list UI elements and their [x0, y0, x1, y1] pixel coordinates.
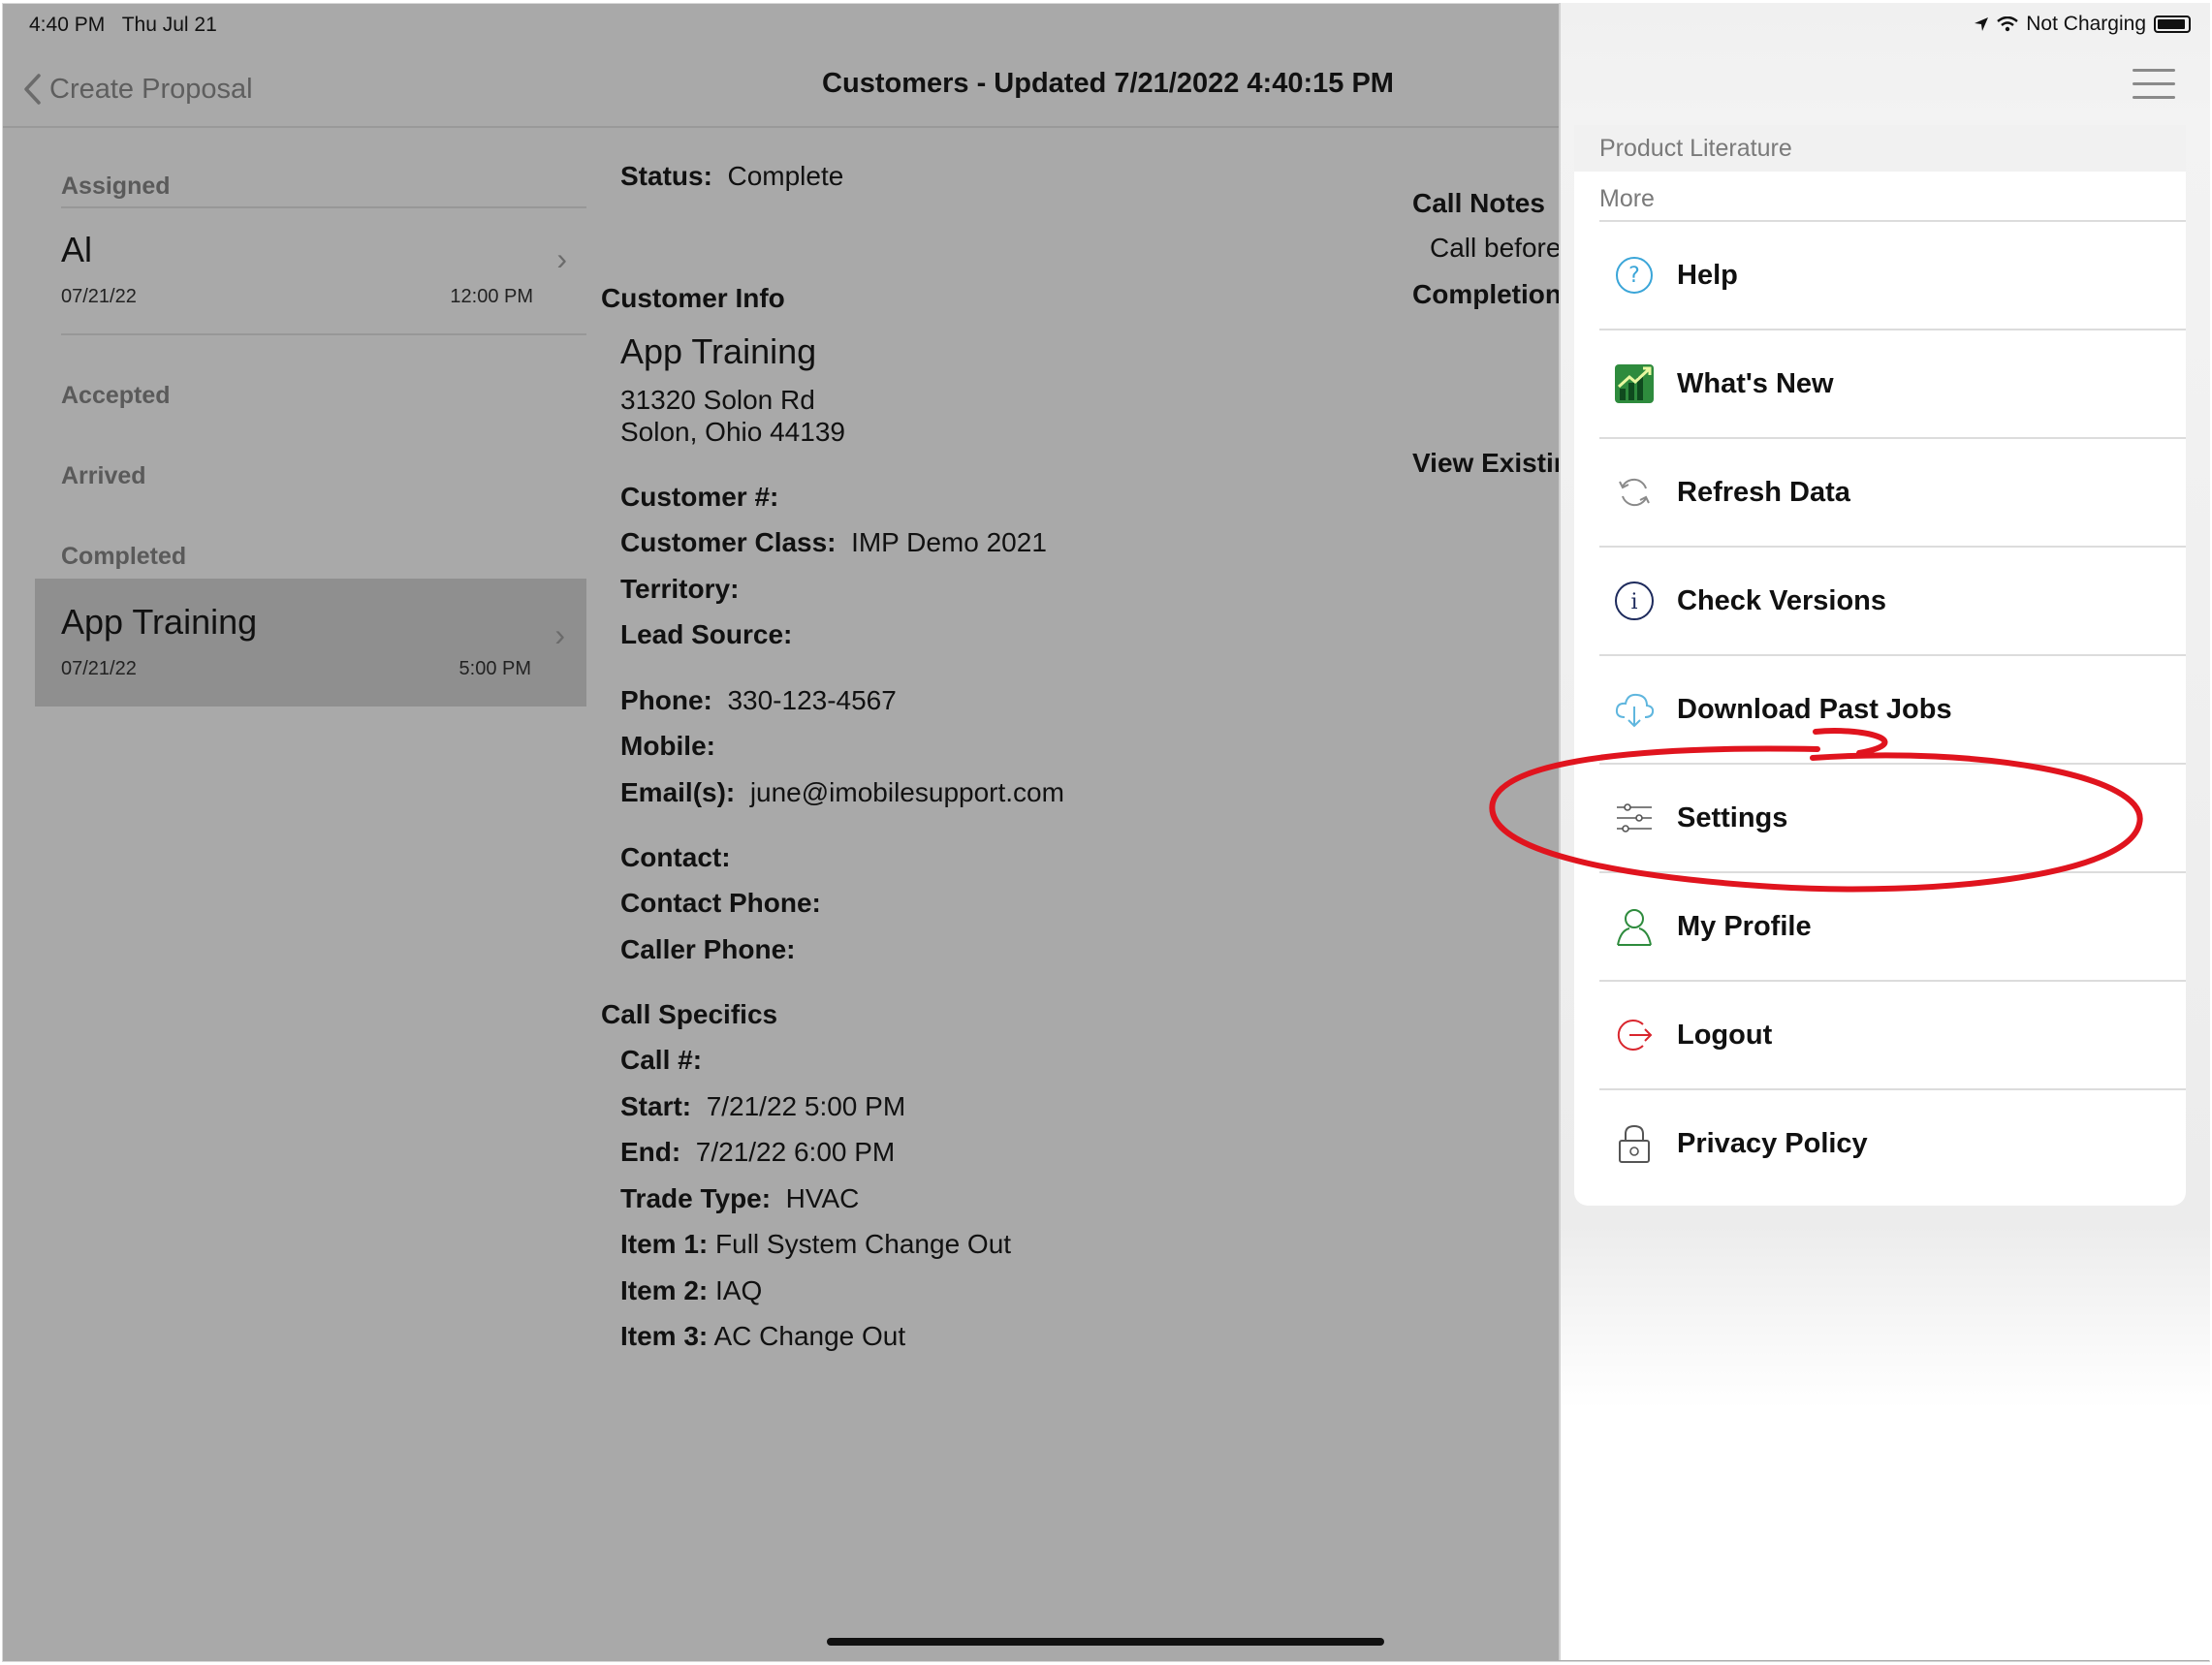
- location-icon: [1975, 17, 1989, 31]
- menu-item-refresh-data[interactable]: Refresh Data: [1599, 439, 2186, 546]
- address-line1: 31320 Solon Rd: [620, 385, 815, 415]
- start-row: Start: 7/21/22 5:00 PM: [620, 1091, 906, 1121]
- section-header-accepted: Accepted: [61, 382, 171, 409]
- menu-header-product-literature[interactable]: Product Literature: [1574, 125, 2186, 172]
- notes-pane: Call Notes Call before a Completion I Vi…: [1399, 128, 1564, 1661]
- item2-row: Item 2: IAQ: [620, 1275, 763, 1305]
- lead-source-row: Lead Source:: [620, 619, 793, 649]
- chevron-right-icon: ›: [554, 617, 565, 652]
- menu-item-check-versions[interactable]: i Check Versions: [1599, 548, 2186, 654]
- call-notes-title: Call Notes: [1412, 188, 1545, 218]
- list-item-title: App Training: [61, 602, 258, 642]
- menu-button[interactable]: [2133, 69, 2175, 102]
- job-list: Assigned Al 07/21/22 12:00 PM › Accepted…: [3, 128, 586, 1661]
- chevron-right-icon: ›: [556, 241, 567, 276]
- trade-type-row: Trade Type: HVAC: [620, 1183, 860, 1213]
- row-divider: [61, 333, 586, 335]
- back-button[interactable]: Create Proposal: [22, 70, 253, 109]
- back-label: Create Proposal: [49, 73, 253, 105]
- job-detail: Status: Complete Customer Info App Train…: [586, 128, 1399, 1628]
- view-existing-link[interactable]: View Existing: [1412, 448, 1564, 479]
- completion-label: Completion I: [1412, 279, 1564, 309]
- section-header-assigned: Assigned: [61, 173, 171, 200]
- sliders-icon: [1613, 797, 1656, 839]
- page-title: Customers - Updated 7/21/2022 4:40:15 PM: [822, 68, 1394, 99]
- mobile-row: Mobile:: [620, 731, 715, 761]
- status-row: Status: Complete: [620, 161, 844, 191]
- list-item-time: 12:00 PM: [450, 286, 533, 307]
- caller-phone-row: Caller Phone:: [620, 934, 796, 964]
- call-notes-text: Call before a: [1430, 233, 1564, 263]
- info-icon: i: [1613, 580, 1656, 622]
- list-item-title: Al: [61, 230, 93, 269]
- person-icon: [1613, 905, 1656, 948]
- call-specifics-title: Call Specifics: [601, 999, 778, 1029]
- whats-new-icon: [1613, 362, 1656, 405]
- charging-status: Not Charging: [2026, 13, 2146, 35]
- battery-icon: [2154, 16, 2191, 33]
- wifi-icon: [1997, 16, 2019, 32]
- menu-header-more: More: [1574, 172, 2186, 222]
- phone-link[interactable]: 330-123-4567: [727, 685, 896, 715]
- customer-class-row: Customer Class: IMP Demo 2021: [620, 527, 1047, 557]
- lock-icon: [1613, 1122, 1656, 1165]
- email-row: Email(s): june@imobilesupport.com: [620, 777, 1064, 807]
- list-item-date: 07/21/22: [61, 286, 137, 307]
- item1-row: Item 1: Full System Change Out: [620, 1229, 1012, 1259]
- menu-item-logout[interactable]: Logout: [1599, 982, 2186, 1088]
- chevron-left-icon: [24, 74, 41, 105]
- customer-name: App Training: [620, 331, 817, 371]
- list-item-time: 5:00 PM: [458, 658, 531, 679]
- address-line2: Solon, Ohio 44139: [620, 417, 845, 447]
- territory-row: Territory:: [620, 574, 740, 604]
- menu-popover: Product Literature More ? Help What's Ne…: [1574, 125, 2186, 1206]
- call-number-row: Call #:: [620, 1045, 703, 1075]
- customer-number-row: Customer #:: [620, 482, 779, 512]
- email-link[interactable]: june@imobilesupport.com: [750, 777, 1064, 807]
- end-row: End: 7/21/22 6:00 PM: [620, 1137, 896, 1167]
- section-header-completed: Completed: [61, 543, 187, 570]
- refresh-icon: [1613, 471, 1656, 514]
- list-item-assigned[interactable]: Al 07/21/22 12:00 PM ›: [61, 208, 586, 325]
- menu-item-privacy-policy[interactable]: Privacy Policy: [1599, 1090, 2186, 1197]
- list-item-date: 07/21/22: [61, 658, 137, 679]
- menu-item-my-profile[interactable]: My Profile: [1599, 873, 2186, 980]
- menu-item-whats-new[interactable]: What's New: [1599, 330, 2186, 437]
- section-header-arrived: Arrived: [61, 462, 146, 489]
- home-indicator: [827, 1638, 1384, 1646]
- side-menu-panel: Not Charging Product Literature More ? H…: [1559, 3, 2210, 1660]
- status-time-date: 4:40 PM Thu Jul 21: [29, 14, 217, 36]
- customer-info-title: Customer Info: [601, 283, 785, 313]
- list-item-completed[interactable]: App Training 07/21/22 5:00 PM ›: [35, 579, 586, 707]
- status-indicators: Not Charging: [1974, 13, 2191, 36]
- menu-item-settings[interactable]: Settings: [1599, 765, 2186, 871]
- item3-row: Item 3: AC Change Out: [620, 1321, 906, 1351]
- help-icon: ?: [1613, 254, 1656, 297]
- contact-phone-row: Contact Phone:: [620, 888, 821, 918]
- svg-text:?: ?: [1628, 264, 1640, 288]
- phone-row: Phone: 330-123-4567: [620, 685, 897, 715]
- svg-text:i: i: [1630, 590, 1637, 614]
- menu-item-help[interactable]: ? Help: [1599, 222, 2186, 329]
- cloud-download-icon: [1613, 688, 1656, 731]
- menu-item-download-past-jobs[interactable]: Download Past Jobs: [1599, 656, 2186, 763]
- logout-icon: [1613, 1014, 1656, 1056]
- contact-row: Contact:: [620, 842, 731, 872]
